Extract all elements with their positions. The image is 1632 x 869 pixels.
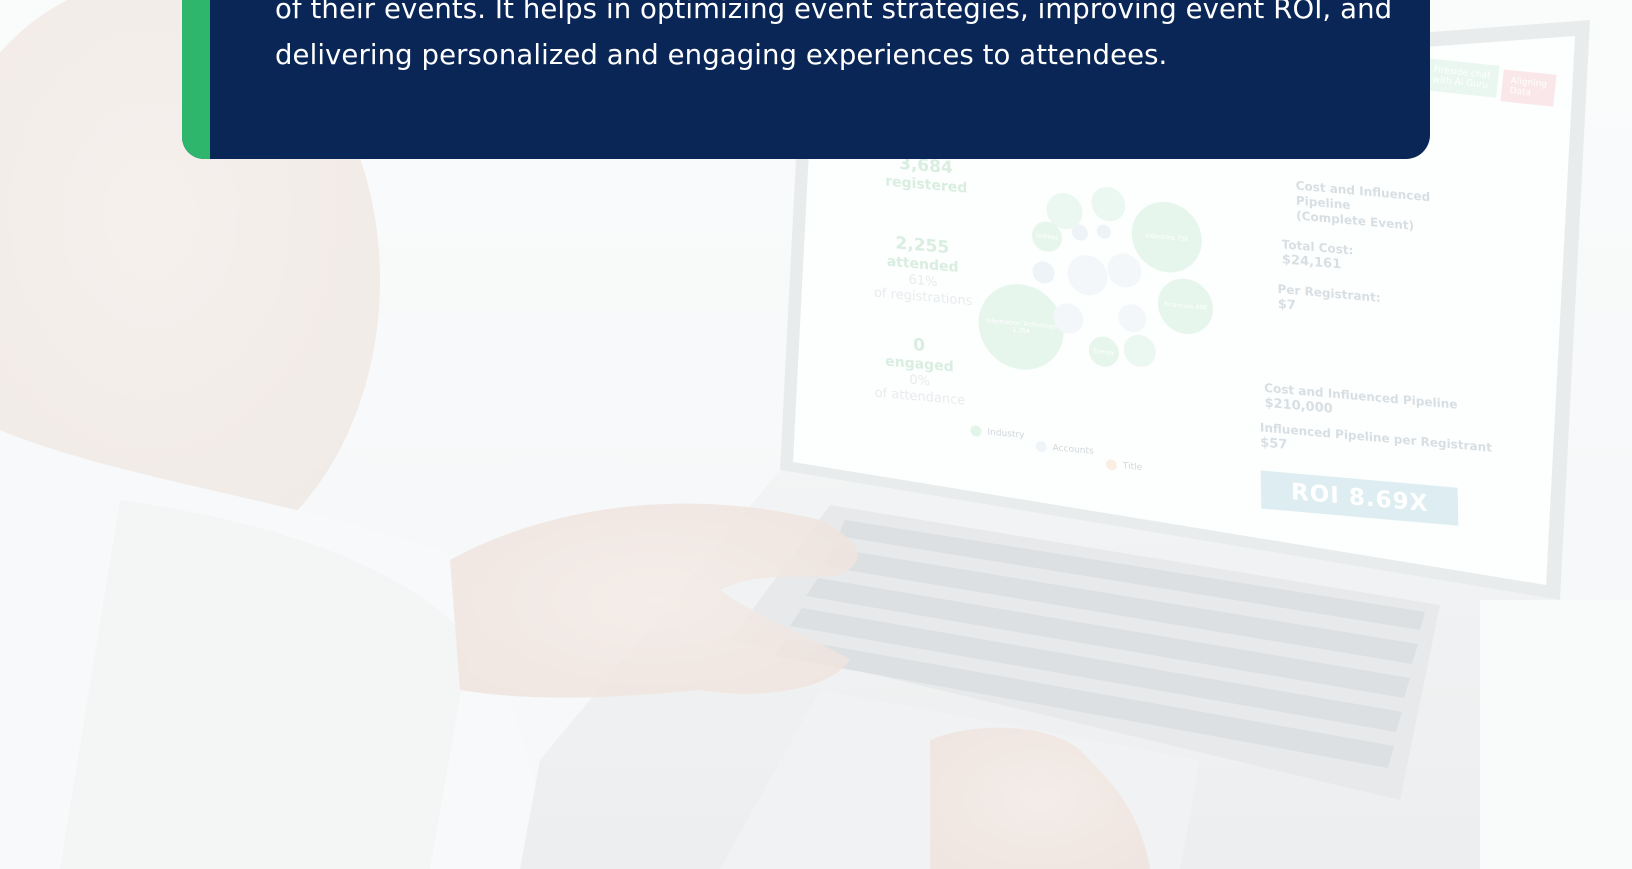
- influenced-per-label: Influenced Pipeline per Registrant: [1259, 420, 1492, 455]
- bubble-financials: Financials 468: [1157, 276, 1214, 337]
- roi-badge: ROI 8.69X: [1260, 470, 1459, 526]
- bubble-small: [1067, 253, 1108, 298]
- laptop-dashboard: 3,684 registered 2,255 attended 61% of r…: [800, 100, 1568, 637]
- legend-accounts: Accounts: [1035, 440, 1094, 457]
- callout-accent-bar: [182, 0, 210, 159]
- legend-accounts-label: Accounts: [1052, 443, 1094, 457]
- bubble-small: [1123, 333, 1157, 369]
- engaged-metric: 0 engaged 0% of attendance: [854, 330, 985, 412]
- callout-line-2: delivering personalized and engaging exp…: [275, 39, 1168, 71]
- bubble-industries: Industries 756: [1131, 199, 1203, 276]
- bubble-small: [1032, 260, 1055, 285]
- legend-dot: [1035, 440, 1047, 453]
- legend-title-label: Title: [1122, 461, 1143, 474]
- bubble-small: [1096, 224, 1111, 240]
- legend-dot: [970, 424, 982, 437]
- pipeline-title: Cost and Influenced Pipeline (Complete E…: [1295, 178, 1431, 233]
- description-callout: of their events. It helps in optimizing …: [182, 0, 1430, 159]
- callout-text: of their events. It helps in optimizing …: [275, 0, 1395, 78]
- bubble-small: [1071, 223, 1088, 242]
- bubble-small: [1107, 251, 1142, 289]
- bubble-small: [1091, 185, 1126, 223]
- legend-dot: [1105, 458, 1117, 471]
- attended-metric: 2,255 attended 61% of registrations: [857, 230, 988, 312]
- bubble-small: [1118, 302, 1147, 334]
- bubble-energy: Energy: [1088, 335, 1120, 369]
- bubble-information-technology: Information Technology 1,354: [977, 280, 1065, 374]
- callout-line-1: of their events. It helps in optimizing …: [275, 0, 1393, 25]
- tag-aligning-data: Aligning Data: [1500, 69, 1557, 107]
- page: 3,684 registered 2,255 attended 61% of r…: [0, 0, 1632, 869]
- legend-industry: Industry: [970, 424, 1025, 441]
- legend-title: Title: [1105, 458, 1143, 474]
- influenced-per-value: $57: [1260, 435, 1288, 453]
- per-registrant-value: $7: [1277, 296, 1296, 314]
- legend-industry-label: Industry: [987, 427, 1025, 441]
